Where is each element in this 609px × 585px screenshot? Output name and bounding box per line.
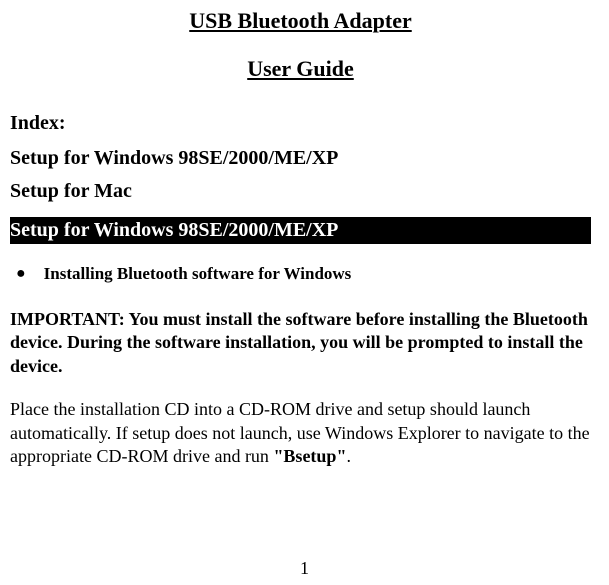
index-heading: Index: — [10, 112, 591, 135]
body-post: . — [346, 446, 351, 466]
important-note: IMPORTANT: You must install the software… — [10, 308, 591, 378]
body-bold: "Bsetup" — [273, 446, 346, 466]
document-subtitle: User Guide — [10, 56, 591, 82]
body-paragraph: Place the installation CD into a CD-ROM … — [10, 398, 591, 468]
section-banner: Setup for Windows 98SE/2000/ME/XP — [10, 217, 591, 244]
document-title: USB Bluetooth Adapter — [10, 8, 591, 34]
page-number: 1 — [0, 558, 609, 579]
bullet-text: Installing Bluetooth software for Window… — [44, 264, 352, 284]
bullet-row: ● Installing Bluetooth software for Wind… — [10, 264, 591, 284]
index-item: Setup for Mac — [10, 180, 591, 203]
index-item: Setup for Windows 98SE/2000/ME/XP — [10, 147, 591, 170]
bullet-icon: ● — [16, 266, 26, 282]
